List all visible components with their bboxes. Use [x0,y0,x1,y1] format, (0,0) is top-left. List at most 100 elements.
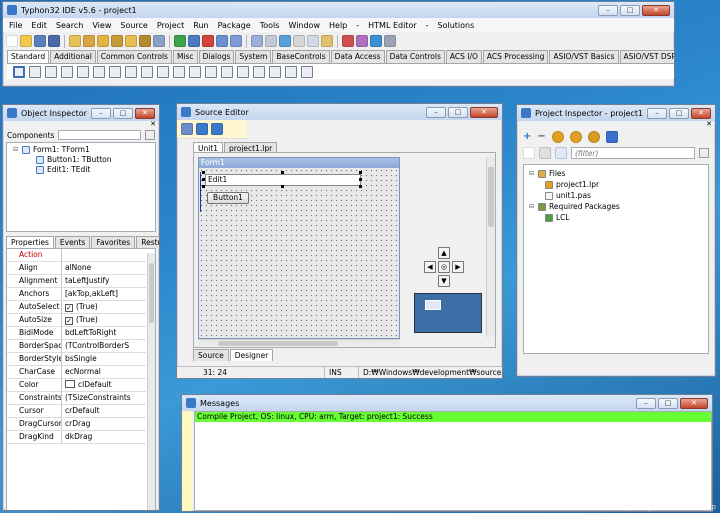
scrollbar-component-icon[interactable] [205,65,217,78]
property-value[interactable]: ✓ (True) [62,301,146,313]
tab-events[interactable]: Events [54,236,91,248]
menu-item-window[interactable]: Window [288,21,320,30]
selection-handle[interactable] [202,178,205,181]
form-preview[interactable]: Form1 Edit1 Button1 [198,157,400,339]
groupbox-component-icon[interactable] [221,65,233,78]
toggle-box-icon[interactable] [125,65,137,78]
view-units-icon[interactable] [111,35,123,47]
add-icon[interactable]: + [523,131,531,143]
palette-tab-system[interactable]: System [235,50,272,63]
selection-handle[interactable] [202,185,205,188]
components-filter-input[interactable] [58,130,141,140]
minimize-button[interactable]: – [426,106,446,118]
panel-component-icon[interactable] [269,65,281,78]
property-value[interactable]: bdLeftToRight [62,327,146,339]
palette-tab-standard[interactable]: Standard [7,50,50,63]
main-menu-icon[interactable] [29,65,41,78]
tab-source[interactable]: Source [193,349,229,361]
palette-tab-asio-vst-basics[interactable]: ASIO/VST Basics [549,50,619,63]
build-icon[interactable] [153,35,165,47]
nudge-right-icon[interactable]: ▶ [452,261,464,273]
property-row[interactable]: Constraints (TSizeConstraints [7,392,146,405]
property-value[interactable]: crDrag [62,418,146,430]
palette-tab-dialogs[interactable]: Dialogs [198,50,235,63]
tree-node-required-packages[interactable]: ⊟ Required Packages [527,201,705,212]
cut-icon[interactable] [293,35,305,47]
palette-tab-common-controls[interactable]: Common Controls [96,50,172,63]
palette-tab-basecontrols[interactable]: BaseControls [272,50,330,63]
view-object-icon[interactable] [181,123,193,135]
paste-icon[interactable] [321,35,333,47]
palette-tab-data-access[interactable]: Data Access [330,50,385,63]
open-icon[interactable] [20,35,32,47]
property-row[interactable]: Color clDefault [7,379,146,392]
main-title-bar[interactable]: Typhon32 IDE v5.6 - project1 – □ ✕ [3,2,674,18]
dropdown-icon[interactable] [605,131,618,143]
checkbox-checked-icon[interactable]: ✓ [65,304,73,312]
tab-restricted[interactable]: Restricted [136,236,159,248]
nudge-down-icon[interactable]: ▼ [438,275,450,287]
label-component-icon[interactable] [77,65,89,78]
options-gear-icon[interactable] [587,131,600,143]
tree-node-component[interactable]: Button1: TButton [9,155,153,165]
radiogroup-component-icon[interactable] [237,65,249,78]
close-button[interactable]: ✕ [135,107,155,119]
minimize-button[interactable]: – [636,397,656,409]
popup-menu-icon[interactable] [45,65,57,78]
globe-icon[interactable] [370,35,382,47]
memo-component-icon[interactable] [109,65,121,78]
view-forms-icon[interactable] [125,35,137,47]
new-form-icon[interactable] [83,35,95,47]
property-value[interactable]: crDefault [62,405,146,417]
property-value[interactable]: (TControlBorderS [62,340,146,352]
menu-item-edit[interactable]: Edit [31,21,47,30]
property-value[interactable]: ecNormal [62,366,146,378]
property-row[interactable]: Alignment taLeftJustify [7,275,146,288]
property-row[interactable]: Action [7,249,146,262]
tab-designer[interactable]: Designer [229,349,274,361]
component-icon[interactable] [265,35,277,47]
property-row[interactable]: Anchors [akTop,akLeft] [7,288,146,301]
maximize-button[interactable]: □ [658,397,678,409]
palette-tab-data-controls[interactable]: Data Controls [385,50,445,63]
selection-handle[interactable] [359,185,362,188]
close-button[interactable]: ✕ [470,106,498,118]
menu-item-file[interactable]: File [9,21,22,30]
tree-node-unit1-pas[interactable]: unit1.pas [527,190,705,201]
menu-item-source[interactable]: Source [120,21,147,30]
target-icon[interactable] [342,35,354,47]
property-value[interactable]: [akTop,akLeft] [62,288,146,300]
selection-handle[interactable] [202,171,205,174]
property-value[interactable]: dkDrag [62,431,146,443]
frame-component-icon[interactable] [285,65,297,78]
save-icon[interactable] [34,35,46,47]
menu-item-project[interactable]: Project [157,21,184,30]
filter-input[interactable] [571,147,695,159]
save-all-icon[interactable] [48,35,60,47]
menu-item-solutions[interactable]: Solutions [438,21,475,30]
stop-icon[interactable] [202,35,214,47]
tab-properties[interactable]: Properties [6,236,54,248]
selection-handle[interactable] [359,171,362,174]
minimize-button[interactable]: – [598,4,618,16]
forward-icon[interactable] [211,123,223,135]
maximize-button[interactable]: □ [448,106,468,118]
nudge-center-icon[interactable]: ◎ [438,261,450,273]
property-value[interactable] [62,249,146,261]
form-overview-minimap[interactable] [414,293,482,333]
nudge-up-icon[interactable]: ▲ [438,247,450,259]
messages-title-bar[interactable]: Messages – □ ✕ [182,395,712,411]
dock-close-icon[interactable]: ✕ [517,121,715,128]
palette-tab-asio-vst-dsp[interactable]: ASIO/VST DSP [619,50,674,63]
html-icon[interactable] [279,35,291,47]
menu-item-html-editor[interactable]: HTML Editor [368,21,416,30]
toggle-form-icon[interactable] [97,35,109,47]
combobox-component-icon[interactable] [189,65,201,78]
options-icon[interactable] [384,35,396,47]
show-directories-icon[interactable] [523,147,535,159]
checkbox-component-icon[interactable] [141,65,153,78]
clear-filter-icon[interactable] [699,148,709,158]
designer-horizontal-scrollbar[interactable] [198,339,400,346]
tree-node-component[interactable]: Edit1: TEdit [9,165,153,175]
property-value[interactable]: bsSingle [62,353,146,365]
